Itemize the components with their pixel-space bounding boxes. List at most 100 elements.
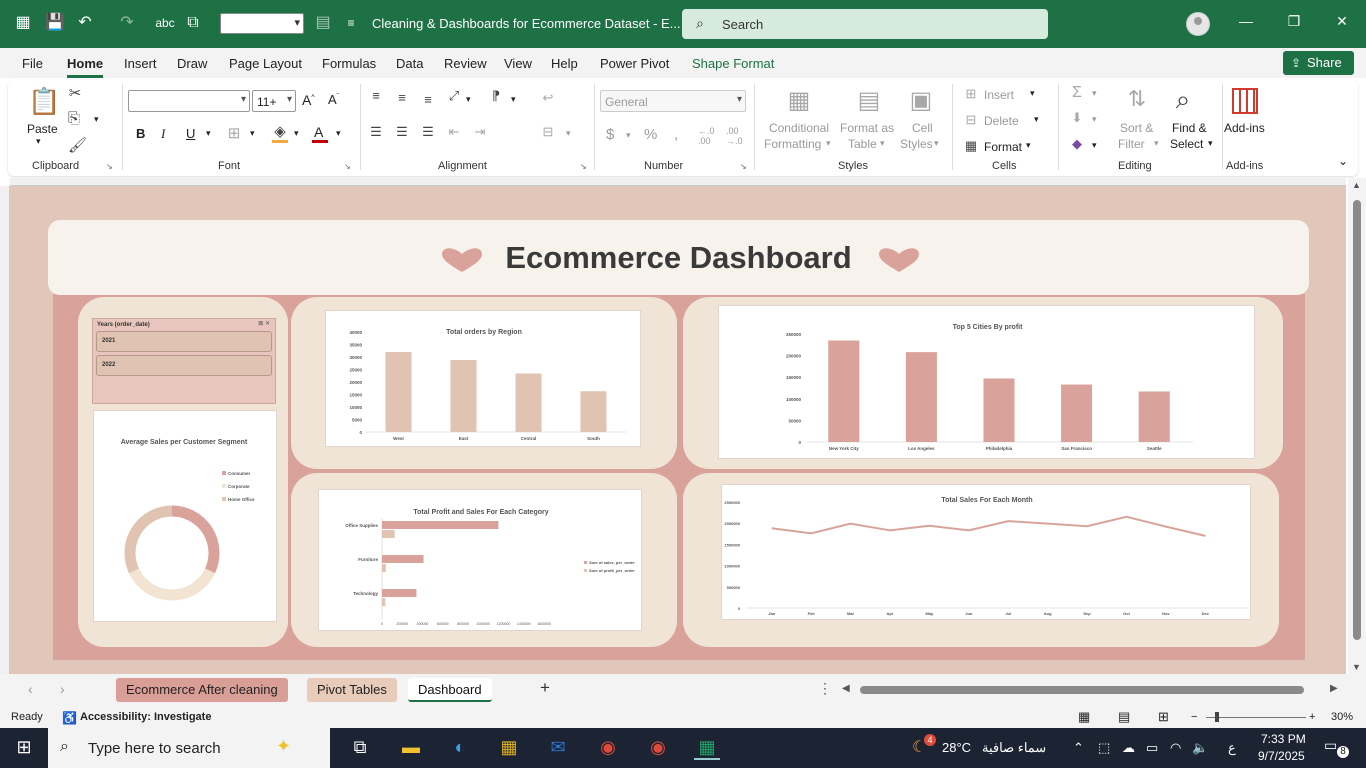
user-avatar[interactable] [1186, 12, 1210, 36]
fill-dropdown-icon[interactable]: ▾ [1092, 114, 1097, 125]
customize-qat-icon[interactable]: ≡ [340, 12, 362, 34]
scroll-right-icon[interactable]: ▶ [1330, 683, 1338, 694]
decrease-decimal-icon[interactable]: .00 →.0 [726, 126, 743, 146]
tab-formulas[interactable]: Formulas [322, 56, 376, 71]
text-direction-icon[interactable]: ⁋ [488, 88, 504, 104]
table-icon[interactable]: ▤ [312, 12, 334, 34]
edge-icon[interactable]: ◐ [447, 737, 473, 758]
tab-page-layout[interactable]: Page Layout [229, 56, 302, 71]
increase-font-icon[interactable]: A^ [302, 92, 315, 108]
tab-insert[interactable]: Insert [124, 56, 157, 71]
paste-button[interactable]: Paste [27, 122, 58, 136]
search-box[interactable]: ⌕ Search [682, 9, 1048, 39]
sort-filter-label2[interactable]: Filter [1118, 137, 1145, 151]
vertical-scrollbar[interactable]: ▲ ▼ [1348, 178, 1366, 674]
clear-dropdown-icon[interactable]: ▾ [1092, 140, 1097, 151]
chrome-icon[interactable]: ◉ [595, 737, 621, 758]
orientation-icon[interactable]: ⤢ [446, 88, 462, 104]
orientation-dropdown-icon[interactable]: ▾ [466, 94, 471, 105]
merge-dropdown-icon[interactable]: ▾ [566, 128, 571, 139]
font-name-dropdown[interactable] [128, 90, 250, 112]
accessibility-status[interactable]: Accessibility: Investigate [80, 711, 211, 723]
font-color-icon[interactable]: A [314, 124, 323, 140]
sheet-tab-pivot-tables[interactable]: Pivot Tables [307, 678, 397, 702]
conditional-formatting-label1[interactable]: Conditional [767, 121, 831, 135]
tab-data[interactable]: Data [396, 56, 423, 71]
align-bottom-icon[interactable]: ≡ [420, 92, 436, 107]
quick-access-dropdown[interactable] [220, 13, 304, 34]
slicer-clear-filter-icon[interactable]: ⊠ ✕ [258, 320, 270, 327]
fill-color-icon[interactable]: ◈ [272, 122, 288, 140]
close-icon[interactable]: ✕ [1332, 13, 1352, 30]
cut-icon[interactable]: ✂ [68, 84, 82, 102]
font-launcher-icon[interactable]: ↘ [344, 162, 351, 171]
zoom-slider-thumb[interactable] [1215, 712, 1219, 722]
normal-view-icon[interactable]: ▦ [1078, 709, 1090, 725]
windows-start-icon[interactable]: ⊞ [11, 737, 37, 758]
undo-icon[interactable]: ↶ [74, 12, 96, 34]
tab-file[interactable]: File [22, 56, 43, 71]
font-size-dropdown[interactable]: 11+ [252, 90, 296, 112]
wrap-text-icon[interactable]: ↩ [540, 90, 556, 106]
copy-dropdown-icon[interactable]: ▾ [94, 114, 99, 125]
tray-app-icon[interactable]: ⬚ [1098, 740, 1110, 756]
delete-cells-icon[interactable]: ⊟ [962, 112, 980, 128]
minimize-icon[interactable]: — [1236, 13, 1256, 29]
currency-dropdown-icon[interactable]: ▾ [626, 130, 631, 141]
task-view-icon[interactable]: ⧉ [347, 737, 373, 758]
copy-icon[interactable]: ⎘ [66, 110, 82, 127]
find-select-label2[interactable]: Select [1170, 137, 1203, 151]
prev-sheet-icon[interactable]: ‹ [28, 681, 33, 697]
chrome-profile-icon[interactable]: ◉ [645, 737, 671, 758]
conditional-formatting-label2[interactable]: Formatting [764, 137, 821, 151]
year-slicer[interactable]: Years (order_date) ⊠ ✕ 2021 2022 [92, 318, 276, 404]
delete-dropdown-icon[interactable]: ▾ [1034, 114, 1039, 125]
clear-icon[interactable]: ◆ [1068, 136, 1086, 152]
fill-color-dropdown-icon[interactable]: ▾ [294, 128, 299, 139]
underline-icon[interactable]: U [186, 126, 195, 141]
decrease-font-icon[interactable]: Aˇ [328, 92, 339, 107]
tab-power-pivot[interactable]: Power Pivot [600, 56, 669, 71]
tab-options-icon[interactable]: ⋮ [818, 680, 832, 697]
insert-cells-button[interactable]: Insert [984, 88, 1014, 102]
column-headers[interactable] [10, 178, 1346, 186]
autosum-dropdown-icon[interactable]: ▾ [1092, 88, 1097, 99]
sort-filter-dropdown-icon[interactable]: ▾ [1154, 138, 1159, 149]
number-launcher-icon[interactable]: ↘ [740, 162, 747, 171]
outlook-icon[interactable]: ✉ [545, 737, 571, 758]
text-direction-dropdown-icon[interactable]: ▾ [511, 94, 516, 105]
add-ins-button[interactable]: Add-ins [1224, 121, 1265, 135]
format-as-table-label2[interactable]: Table [848, 137, 877, 151]
tab-view[interactable]: View [504, 56, 532, 71]
increase-indent-icon[interactable]: ⇥ [472, 124, 488, 140]
add-sheet-icon[interactable]: + [540, 678, 550, 698]
insert-dropdown-icon[interactable]: ▾ [1030, 88, 1035, 99]
redo-icon[interactable]: ↷ [116, 12, 138, 34]
shape-icon[interactable]: ⧉ [182, 12, 204, 34]
restore-icon[interactable]: ❐ [1284, 13, 1304, 30]
collapse-ribbon-icon[interactable]: ⌄ [1338, 154, 1348, 168]
format-as-table-icon[interactable]: ▤ [854, 86, 884, 115]
alignment-launcher-icon[interactable]: ↘ [580, 162, 587, 171]
battery-icon[interactable]: ▭ [1146, 740, 1158, 756]
cities-chart[interactable]: Top 5 Cities By profit 0 50000 100000 15000… [718, 305, 1255, 459]
onedrive-icon[interactable]: ☁ [1122, 740, 1135, 756]
delete-cells-button[interactable]: Delete [984, 114, 1019, 128]
month-chart[interactable]: Total Sales For Each Month 0 500000 100000… [721, 484, 1251, 620]
align-left-icon[interactable]: ☰ [368, 124, 384, 140]
save-icon[interactable]: 💾 [44, 12, 66, 34]
format-cells-button[interactable]: Format [984, 140, 1022, 154]
category-chart[interactable]: Total Profit and Sales For Each Category… [318, 489, 642, 631]
borders-dropdown-icon[interactable]: ▾ [250, 128, 255, 139]
conditional-formatting-dropdown-icon[interactable]: ▾ [826, 138, 831, 149]
segment-chart[interactable]: Average Sales per Customer Segment Consu… [93, 410, 277, 622]
format-painter-icon[interactable]: 🖌 [68, 136, 87, 154]
clock-date[interactable]: 9/7/2025 [1258, 749, 1305, 763]
add-ins-icon[interactable] [1232, 88, 1258, 114]
underline-dropdown-icon[interactable]: ▾ [206, 128, 211, 139]
tab-draw[interactable]: Draw [177, 56, 207, 71]
format-cells-icon[interactable]: ▦ [962, 138, 980, 154]
tab-home[interactable]: Home [67, 56, 104, 78]
scroll-down-icon[interactable]: ▼ [1352, 662, 1361, 672]
find-select-label1[interactable]: Find & [1172, 121, 1207, 135]
